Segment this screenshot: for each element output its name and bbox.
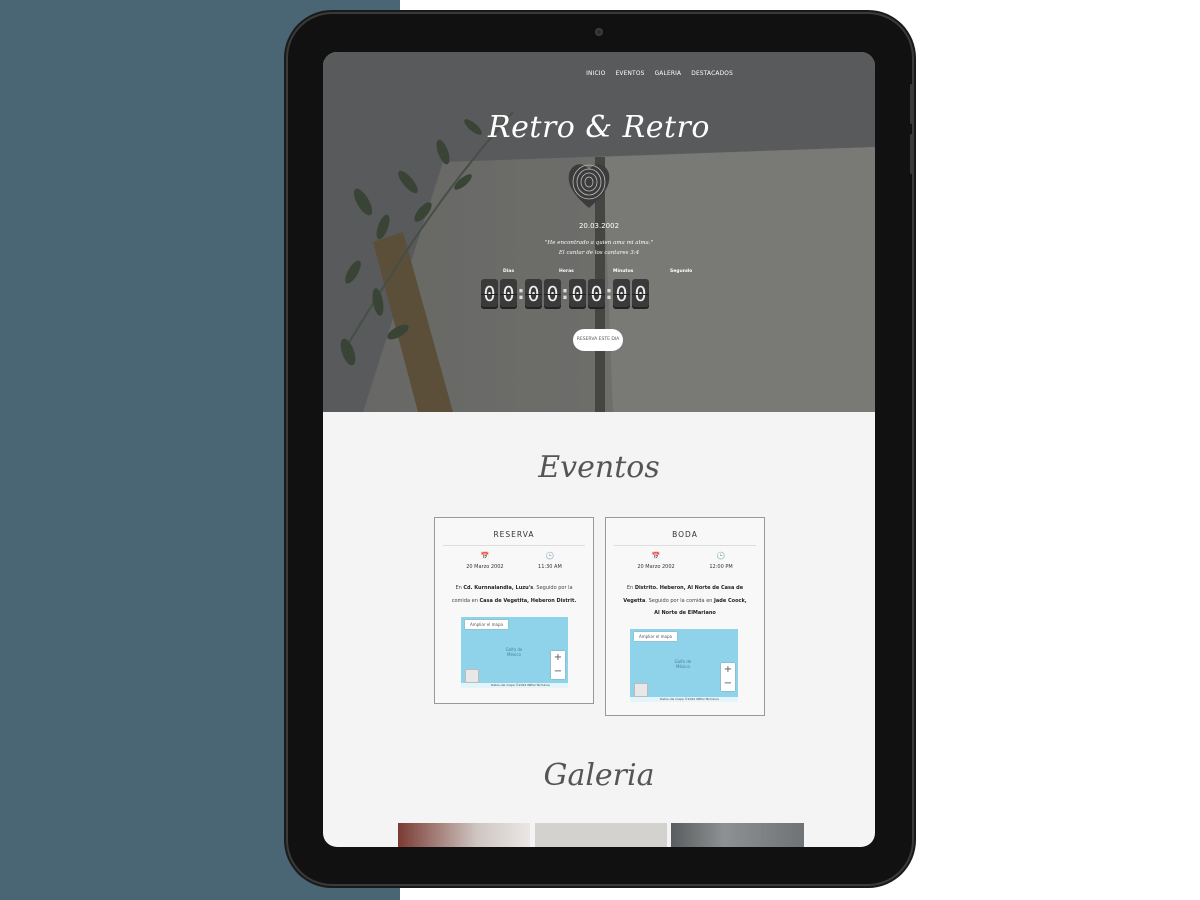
events-title: Eventos: [538, 450, 660, 485]
event-meta: 📅 20 Marzo 2002 🕒 12:00 PM: [606, 552, 764, 570]
map-attribution: Datos del mapa ©2022 INEGI Términos: [630, 697, 738, 702]
desc-place: Cd. Kurnnalandia, Luzu's: [463, 585, 534, 591]
desc-place: Casa de Vegetita, Heberon Distrit.: [479, 597, 577, 604]
desc-text: En: [626, 585, 635, 591]
countdown-separator: :: [561, 283, 569, 304]
countdown-label-seconds: Segundo: [670, 269, 693, 274]
event-date: 📅 20 Marzo 2002: [637, 552, 674, 570]
event-card-boda: BODA 📅 20 Marzo 2002 🕒 12:00 PM En Distr…: [605, 517, 765, 716]
countdown-digit: 0: [525, 279, 542, 309]
zoom-in-button[interactable]: +: [551, 651, 565, 665]
nav-item-galeria[interactable]: GALERIA: [655, 69, 682, 77]
countdown-digit: 0: [632, 279, 649, 309]
street-view-icon[interactable]: [634, 683, 648, 697]
event-date: 📅 20 Marzo 2002: [466, 552, 503, 570]
map-attribution: Datos del mapa ©2022 INEGI Términos: [461, 683, 568, 688]
map-zoom-controls: + −: [721, 663, 735, 691]
nav-item-inicio[interactable]: INICIO: [586, 69, 605, 77]
event-card-title: RESERVA: [493, 530, 535, 539]
countdown-separator: :: [517, 283, 525, 304]
hero-quote: "He encontrado a quien ama mi alma.": [544, 240, 654, 246]
countdown-days: 0 0: [481, 279, 517, 309]
gallery-image[interactable]: [398, 823, 530, 847]
volume-button: [910, 134, 913, 174]
event-time-text: 11:30 AM: [538, 564, 562, 570]
enlarge-map-link[interactable]: Ampliar el mapa: [465, 620, 508, 629]
street-view-icon[interactable]: [465, 669, 479, 683]
map-label: Golfo de México: [505, 647, 523, 657]
event-date-text: 20 Marzo 2002: [637, 564, 675, 570]
countdown-digit: 0: [544, 279, 561, 309]
countdown-digit: 0: [569, 279, 586, 309]
countdown-digit: 0: [613, 279, 630, 309]
enlarge-map-link[interactable]: Ampliar el mapa: [634, 632, 677, 641]
event-meta: 📅 20 Marzo 2002 🕒 11:30 AM: [435, 552, 593, 570]
volume-button: [910, 84, 913, 124]
event-time: 🕒 12:00 PM: [709, 552, 732, 570]
map-zoom-controls: + −: [551, 651, 565, 679]
zoom-in-button[interactable]: +: [721, 663, 735, 677]
gallery-image[interactable]: [535, 823, 667, 847]
countdown-label-days: Dias: [503, 269, 514, 274]
zoom-out-button[interactable]: −: [551, 665, 565, 679]
clock-icon: 🕒: [545, 552, 555, 560]
hero-title: Retro & Retro: [488, 110, 710, 145]
calendar-icon: 📅: [651, 552, 661, 560]
main-nav: INICIO EVENTOS GALERIA DESTACADOS: [586, 69, 733, 77]
countdown-seconds: 0 0: [613, 279, 649, 309]
browser-screen: INICIO EVENTOS GALERIA DESTACADOS Retro …: [323, 52, 875, 847]
fingerprint-heart-icon: [568, 164, 610, 208]
hero-section: INICIO EVENTOS GALERIA DESTACADOS Retro …: [323, 52, 875, 412]
countdown-separator: :: [605, 283, 613, 304]
nav-item-eventos[interactable]: EVENTOS: [616, 69, 645, 77]
wedding-date: 20.03.2002: [578, 222, 620, 230]
countdown-label-minutes: Minutos: [613, 269, 634, 274]
event-time-text: 12:00 PM: [709, 564, 733, 570]
divider: [443, 545, 585, 546]
countdown-digit: 0: [481, 279, 498, 309]
divider: [614, 545, 756, 546]
event-map[interactable]: Ampliar el mapa Golfo de México + − Dato…: [630, 629, 738, 702]
camera-icon: [595, 28, 603, 36]
gallery-title: Galeria: [543, 758, 655, 793]
clock-icon: 🕒: [716, 552, 726, 560]
gallery-image[interactable]: [671, 823, 804, 847]
hero-quote-reference: El cantar de los cantares 3:4: [558, 250, 640, 256]
event-map[interactable]: Ampliar el mapa Golfo de México + − Dato…: [461, 617, 568, 688]
countdown-digit: 0: [588, 279, 605, 309]
hero-background-image: [323, 52, 875, 412]
countdown-timer: 0 0 : 0 0 : 0 0 : 0 0: [481, 279, 649, 309]
tablet-frame: INICIO EVENTOS GALERIA DESTACADOS Retro …: [288, 14, 913, 884]
countdown-minutes: 0 0: [569, 279, 605, 309]
countdown-digit: 0: [500, 279, 517, 309]
reserve-date-button[interactable]: RESERVA ESTE DIA: [573, 329, 623, 351]
event-description: En Cd. Kurnnalandia, Luzu's. Seguido por…: [449, 582, 579, 607]
event-card-reserva: RESERVA 📅 20 Marzo 2002 🕒 11:30 AM En Cd…: [434, 517, 594, 704]
map-label: Golfo de México: [674, 659, 692, 669]
event-date-text: 20 Marzo 2002: [466, 564, 504, 570]
nav-item-destacados[interactable]: DESTACADOS: [691, 69, 733, 77]
countdown-hours: 0 0: [525, 279, 561, 309]
zoom-out-button[interactable]: −: [721, 677, 735, 691]
event-description: En Distrito. Heberon, Al Norte de Casa d…: [620, 582, 750, 620]
countdown-label-hours: Horas: [559, 269, 574, 274]
calendar-icon: 📅: [480, 552, 490, 560]
event-time: 🕒 11:30 AM: [538, 552, 562, 570]
event-card-title: BODA: [672, 530, 698, 539]
desc-text: . Seguido por la comida en: [645, 597, 715, 604]
